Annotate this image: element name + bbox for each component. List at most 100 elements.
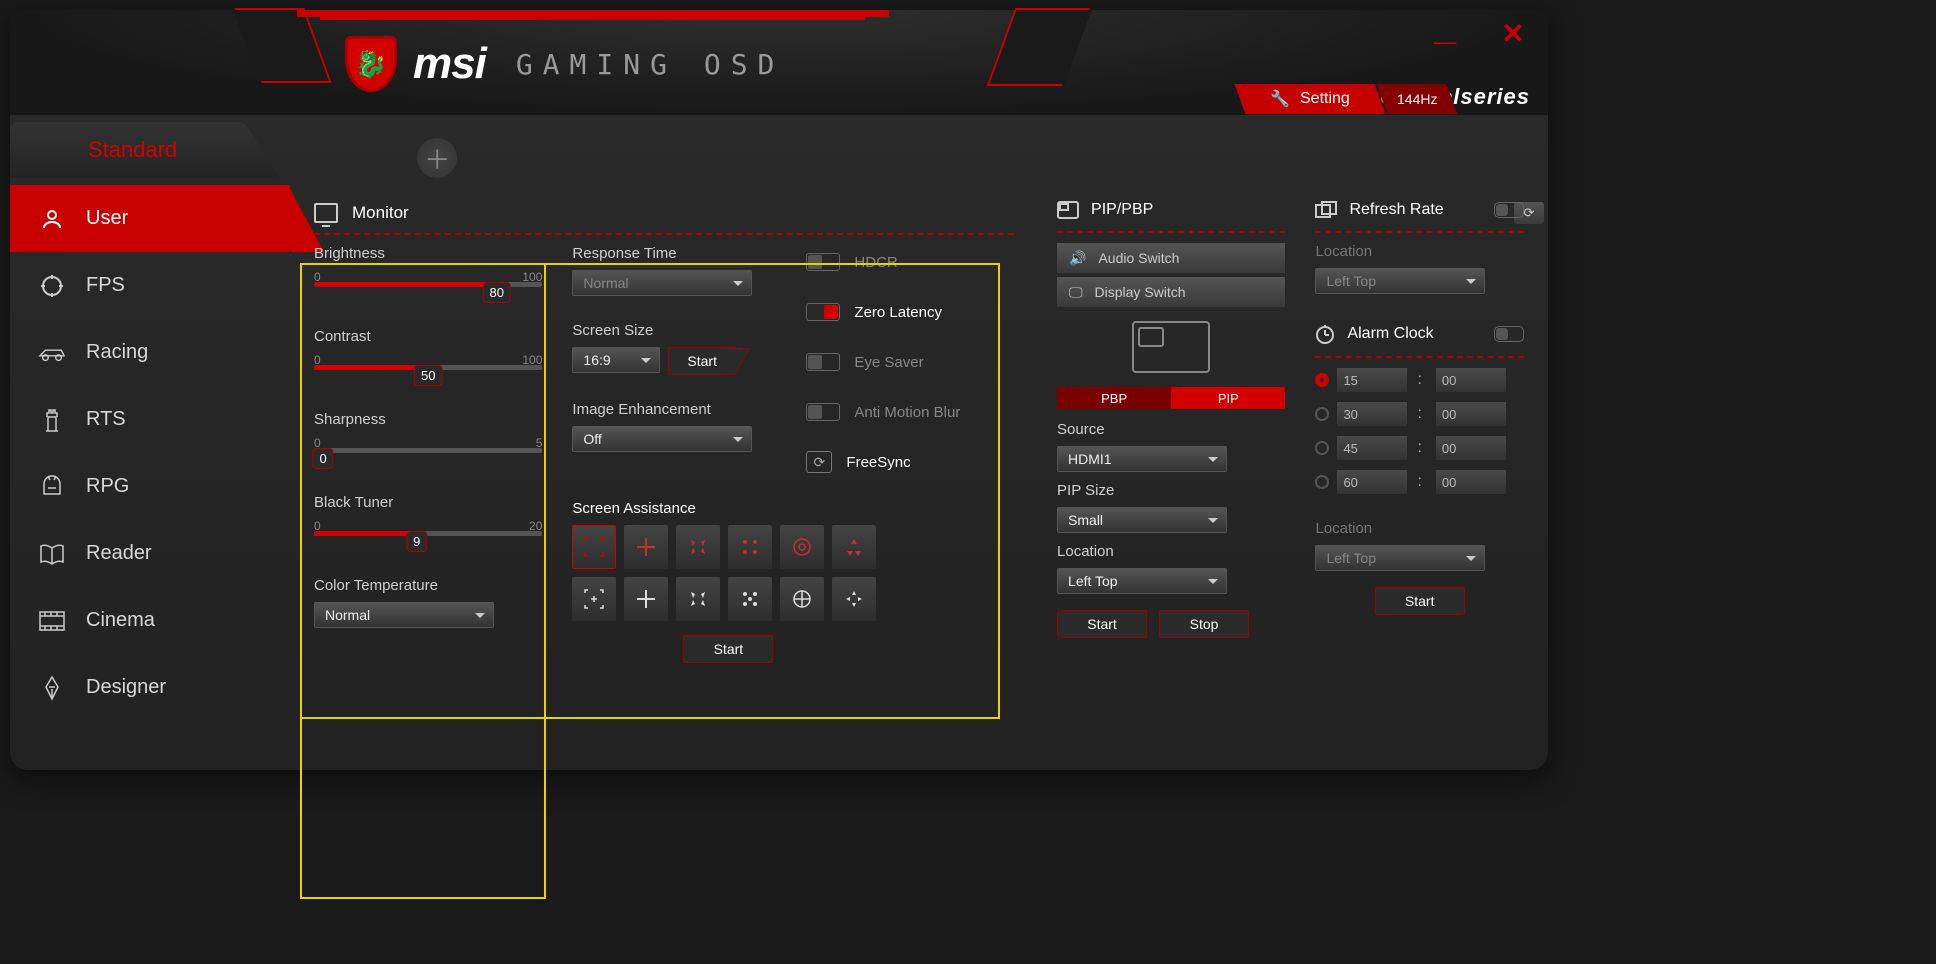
minimize-button[interactable]: _ [1418, 8, 1472, 58]
sidebar: User FPS Racing RTS RPG Reader Cinema D [10, 185, 290, 760]
setting-button[interactable]: 🔧 Setting [1235, 84, 1386, 114]
accent-shape [297, 10, 889, 17]
screen-assist-arrows[interactable] [676, 525, 720, 569]
alarm-radio-1[interactable] [1315, 373, 1329, 387]
alarm-location-label: Location [1315, 520, 1524, 537]
pip-tab[interactable]: PIP [1171, 387, 1285, 409]
alarm-sec-3[interactable]: 00 [1436, 436, 1486, 460]
alarm-sec-4[interactable]: 00 [1436, 470, 1486, 494]
pbp-tab[interactable]: PBP [1057, 387, 1171, 409]
alarm-radio-4[interactable] [1315, 475, 1329, 489]
pip-location-label: Location [1057, 543, 1285, 560]
refresh-location-dropdown[interactable]: Left Top [1315, 268, 1485, 294]
screen-assist-grid [572, 525, 762, 621]
profile-tabs: Standard ＋ [10, 118, 1548, 178]
pip-icon [1057, 201, 1079, 219]
screen-assist-cross-w[interactable] [624, 577, 668, 621]
pip-layout-graphic [1132, 321, 1210, 373]
crosshair-icon [38, 272, 66, 300]
brand-subtitle: GAMING OSD [516, 48, 785, 81]
refresh-rate-toggle[interactable] [1494, 202, 1524, 218]
chess-icon [38, 406, 66, 434]
hdcr-label: HDCR [854, 254, 897, 271]
image-enhancement-label: Image Enhancement [572, 401, 762, 418]
alarm-min-4[interactable]: 60 [1337, 470, 1387, 494]
pip-size-label: PIP Size [1057, 482, 1285, 499]
sidebar-item-label: Designer [86, 676, 166, 699]
alarm-min-3[interactable]: 45 [1337, 436, 1387, 460]
pen-icon [38, 674, 66, 702]
color-temp-label: Color Temperature [314, 577, 542, 594]
sidebar-item-racing[interactable]: Racing [10, 319, 290, 386]
plus-icon: ＋ [424, 140, 450, 177]
alarm-radio-3[interactable] [1315, 441, 1329, 455]
refresh-rate-badge[interactable]: 144Hz [1377, 84, 1458, 114]
screen-assist-label: Screen Assistance [572, 500, 762, 517]
close-icon: ✕ [1501, 17, 1524, 50]
color-temp-dropdown[interactable]: Normal [314, 602, 494, 628]
alarm-row-3: 45 : 00 [1315, 436, 1524, 460]
refresh-icon: ⟳ [814, 454, 826, 471]
screen-size-start-button[interactable]: Start [668, 347, 736, 375]
brightness-label: Brightness [314, 245, 542, 262]
sharpness-slider[interactable]: 05 0 [314, 436, 542, 478]
alarm-min-1[interactable]: 15 [1337, 368, 1387, 392]
sidebar-item-cinema[interactable]: Cinema [10, 587, 290, 654]
screen-size-dropdown[interactable]: 16:9 [572, 347, 660, 373]
sidebar-item-label: User [86, 207, 128, 230]
screen-assist-start-button[interactable]: Start [683, 635, 773, 663]
alarm-row-1: 15 : 00 [1315, 368, 1524, 392]
hdcr-toggle[interactable] [806, 253, 840, 271]
screen-assist-dots[interactable] [728, 525, 772, 569]
screen-assist-cross[interactable] [624, 525, 668, 569]
profile-tab-standard[interactable]: Standard [10, 122, 237, 178]
screen-assist-arrows-w[interactable] [676, 577, 720, 621]
brightness-slider[interactable]: 0100 80 [314, 270, 542, 312]
sidebar-item-fps[interactable]: FPS [10, 252, 290, 319]
sidebar-item-label: Cinema [86, 609, 155, 632]
contrast-slider[interactable]: 0100 50 [314, 353, 542, 395]
screen-assist-none[interactable] [572, 525, 616, 569]
monitor-icon: 🖵 [1069, 284, 1083, 301]
clock-icon [1315, 324, 1335, 344]
contrast-label: Contrast [314, 328, 542, 345]
sidebar-item-reader[interactable]: Reader [10, 520, 290, 587]
sidebar-item-rts[interactable]: RTS [10, 386, 290, 453]
alarm-location-dropdown[interactable]: Left Top [1315, 545, 1485, 571]
alarm-start-button[interactable]: Start [1375, 587, 1465, 615]
add-profile-button[interactable]: ＋ [417, 138, 457, 178]
pip-stop-button[interactable]: Stop [1159, 610, 1249, 638]
close-button[interactable]: ✕ [1486, 8, 1540, 58]
alarm-min-2[interactable]: 30 [1337, 402, 1387, 426]
response-time-dropdown[interactable]: Normal [572, 270, 752, 296]
image-enhancement-dropdown[interactable]: Off [572, 426, 752, 452]
screen-assist-corners-w[interactable] [572, 577, 616, 621]
black-tuner-slider[interactable]: 020 9 [314, 519, 542, 561]
alarm-toggle[interactable] [1494, 326, 1524, 342]
zero-latency-toggle[interactable] [806, 303, 840, 321]
anti-motion-blur-toggle[interactable] [806, 403, 840, 421]
eye-saver-toggle[interactable] [806, 353, 840, 371]
alarm-sec-1[interactable]: 00 [1436, 368, 1486, 392]
sidebar-item-user[interactable]: User [10, 185, 290, 252]
film-icon [38, 607, 66, 635]
sidebar-item-rpg[interactable]: RPG [10, 453, 290, 520]
sidebar-item-designer[interactable]: Designer [10, 654, 290, 721]
alarm-row-4: 60 : 00 [1315, 470, 1524, 494]
alarm-sec-2[interactable]: 00 [1436, 402, 1486, 426]
alarm-radio-2[interactable] [1315, 407, 1329, 421]
freesync-label: FreeSync [846, 454, 910, 471]
helmet-icon [38, 473, 66, 501]
pip-location-dropdown[interactable]: Left Top [1057, 568, 1227, 594]
freesync-button[interactable]: ⟳ [806, 451, 832, 473]
pip-pbp-tabs: PBP PIP [1057, 387, 1285, 409]
pip-source-dropdown[interactable]: HDMI1 [1057, 446, 1227, 472]
pip-size-dropdown[interactable]: Small [1057, 507, 1227, 533]
pip-start-button[interactable]: Start [1057, 610, 1147, 638]
audio-switch-button[interactable]: 🔊Audio Switch [1057, 243, 1285, 273]
msi-shield-icon: 🐉 [345, 36, 397, 92]
display-switch-button[interactable]: 🖵Display Switch [1057, 277, 1285, 307]
monitor-icon [314, 203, 338, 223]
screen-assist-dots-w[interactable] [728, 577, 772, 621]
refresh-icon: ⟳ [1524, 205, 1535, 221]
